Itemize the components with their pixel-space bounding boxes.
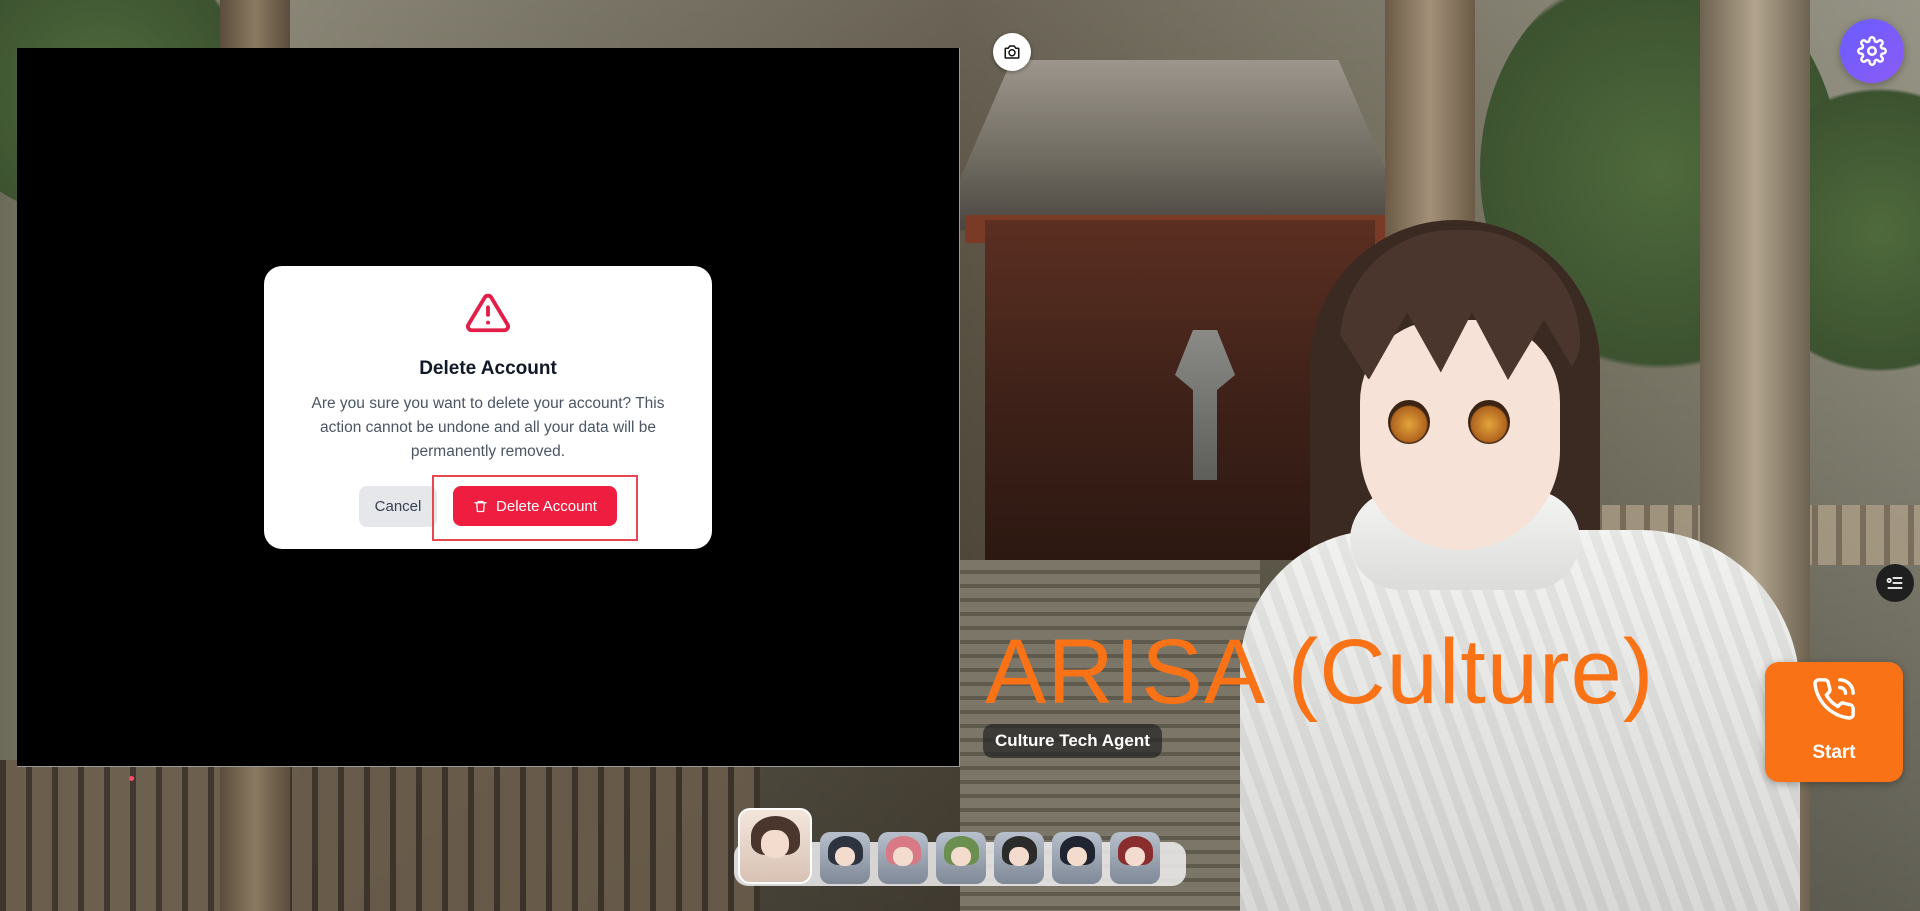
dialog-title: Delete Account: [419, 358, 557, 379]
avatar-face: [893, 846, 913, 867]
side-panel-button[interactable]: [1876, 564, 1914, 602]
avatar-agent-2[interactable]: [820, 832, 870, 884]
agent-subtitle: Culture Tech Agent: [983, 724, 1162, 758]
delete-account-label: Delete Account: [496, 497, 597, 515]
avatar-arisa[interactable]: [738, 808, 812, 884]
avatar-agent-7[interactable]: [1110, 832, 1160, 884]
avatar-agent-4[interactable]: [936, 832, 986, 884]
start-call-button[interactable]: Start: [1765, 662, 1903, 782]
warning-triangle-icon: [466, 293, 510, 333]
avatar-selector: [738, 804, 1160, 884]
character-eye: [1388, 400, 1430, 444]
avatar-agent-6[interactable]: [1052, 832, 1102, 884]
list-settings-icon: [1886, 577, 1903, 589]
character-face: [1360, 320, 1560, 550]
avatar-face: [1009, 846, 1029, 867]
dialog-message: Are you sure you want to delete your acc…: [311, 395, 665, 460]
avatar-character: [1200, 210, 1820, 911]
cancel-button[interactable]: Cancel: [359, 486, 437, 527]
trash-icon: [474, 500, 487, 512]
camera-icon: [1004, 45, 1020, 59]
ground-fence: [0, 760, 760, 911]
avatar-face: [835, 846, 855, 867]
avatar-face: [951, 846, 971, 867]
settings-button[interactable]: [1840, 19, 1904, 83]
phone-icon: [1813, 678, 1855, 720]
camera-button[interactable]: [993, 33, 1031, 71]
delete-account-dialog: Delete Account Are you sure you want to …: [264, 266, 712, 549]
start-call-label: Start: [1812, 742, 1856, 763]
shrine-roof: [960, 60, 1390, 230]
avatar-agent-3[interactable]: [878, 832, 928, 884]
avatar-face: [761, 830, 789, 858]
avatar-agent-5[interactable]: [994, 832, 1044, 884]
agent-name: ARISA (Culture): [985, 621, 1655, 723]
indicator-dot: [129, 776, 134, 781]
avatar-face: [1067, 846, 1087, 867]
gear-icon: [1857, 36, 1887, 66]
avatar-face: [1125, 846, 1145, 867]
character-eye: [1468, 400, 1510, 444]
delete-account-button[interactable]: Delete Account: [453, 486, 617, 526]
